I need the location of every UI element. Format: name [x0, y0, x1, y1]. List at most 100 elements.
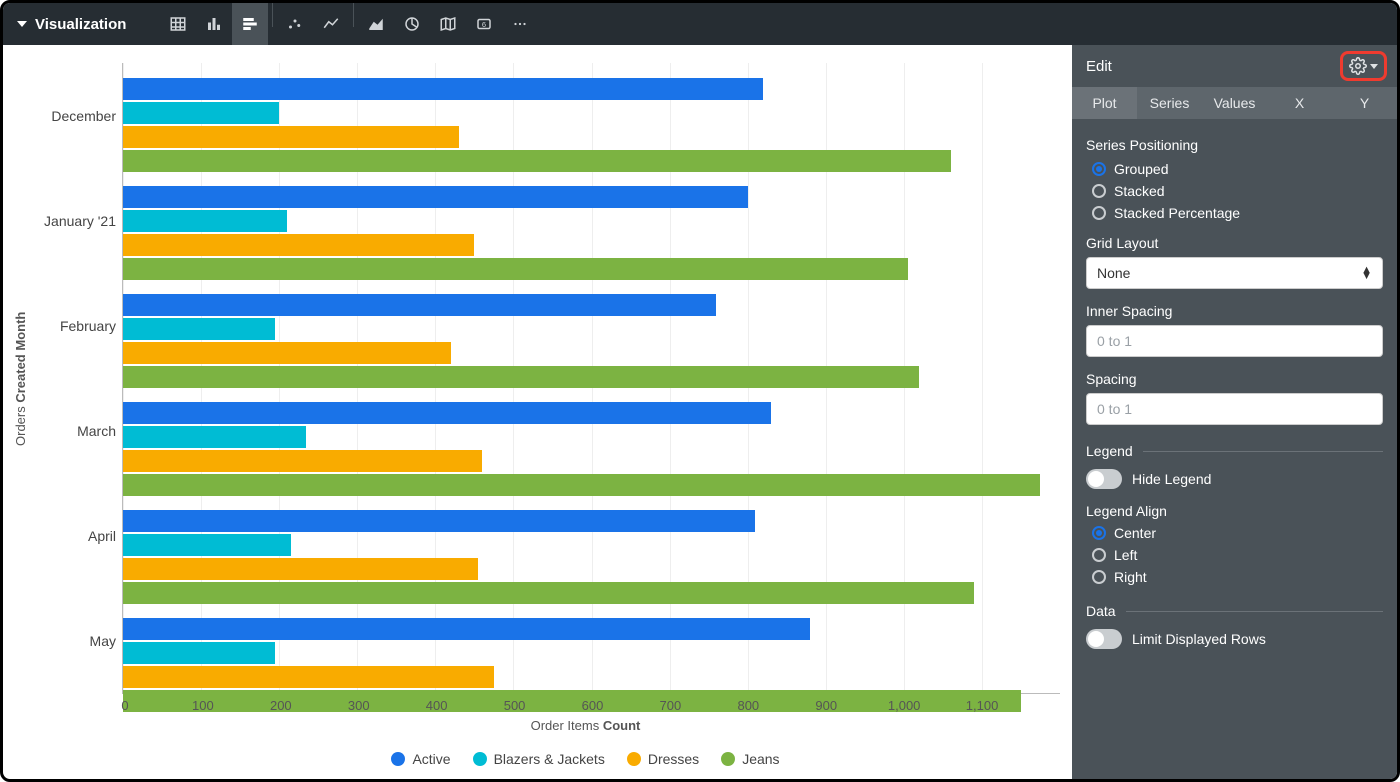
limit-rows-label: Limit Displayed Rows: [1132, 631, 1266, 647]
legend-swatch-icon: [721, 752, 735, 766]
tab-values[interactable]: Values: [1202, 87, 1267, 119]
column-chart-icon[interactable]: [196, 3, 232, 45]
spacing-input[interactable]: [1086, 393, 1383, 425]
legend-item[interactable]: Jeans: [721, 751, 779, 767]
y-axis-tick-label: January '21: [30, 168, 122, 273]
tab-y[interactable]: Y: [1332, 87, 1397, 119]
radio-icon: [1092, 162, 1106, 176]
bar-group: [123, 503, 1060, 611]
settings-gear-button[interactable]: [1340, 51, 1387, 81]
legend-align-option-left[interactable]: Left: [1092, 547, 1383, 563]
chart-bar[interactable]: [123, 78, 763, 100]
chart-area: Orders Created Month DecemberJanuary '21…: [3, 45, 1072, 779]
series-positioning-option-grouped[interactable]: Grouped: [1092, 161, 1383, 177]
radio-icon: [1092, 184, 1106, 198]
pie-chart-icon[interactable]: [394, 3, 430, 45]
legend-swatch-icon: [627, 752, 641, 766]
x-axis-tick-label: 0: [121, 698, 128, 713]
chart-bar[interactable]: [123, 210, 287, 232]
chart-bar[interactable]: [123, 510, 755, 532]
svg-text:6: 6: [482, 20, 486, 29]
bar-group: [123, 71, 1060, 179]
more-viz-icon[interactable]: [502, 3, 538, 45]
legend-item[interactable]: Active: [391, 751, 450, 767]
chart-bar[interactable]: [123, 534, 291, 556]
map-chart-icon[interactable]: [430, 3, 466, 45]
legend-item[interactable]: Blazers & Jackets: [473, 751, 605, 767]
chart-bar[interactable]: [123, 426, 306, 448]
chart-bar[interactable]: [123, 618, 810, 640]
tab-x[interactable]: X: [1267, 87, 1332, 119]
chart-bar[interactable]: [123, 318, 275, 340]
visualization-toggle[interactable]: Visualization: [3, 16, 136, 33]
y-axis-tick-label: February: [30, 273, 122, 378]
legend-align-option-right[interactable]: Right: [1092, 569, 1383, 585]
viz-type-icons: 6: [160, 3, 538, 45]
series-positioning-label: Series Positioning: [1086, 137, 1383, 153]
edit-panel-tabs: PlotSeriesValuesXY: [1072, 87, 1397, 119]
legend-align-label: Legend Align: [1086, 503, 1383, 519]
chart-bar[interactable]: [123, 366, 919, 388]
x-axis-tick-label: 700: [660, 698, 682, 713]
toolbar-separator: [353, 3, 354, 27]
radio-icon: [1092, 206, 1106, 220]
y-axis-categories: DecemberJanuary '21FebruaryMarchAprilMay: [30, 63, 122, 694]
bar-group: [123, 179, 1060, 287]
chart-bar[interactable]: [123, 558, 478, 580]
legend-swatch-icon: [473, 752, 487, 766]
chart-bar[interactable]: [123, 342, 451, 364]
x-axis-tick-label: 900: [815, 698, 837, 713]
bar-chart-icon[interactable]: [232, 3, 268, 45]
grid-layout-select[interactable]: None ▲▼: [1086, 257, 1383, 289]
chart-bar[interactable]: [123, 186, 748, 208]
chart-bar[interactable]: [123, 150, 951, 172]
single-value-icon[interactable]: 6: [466, 3, 502, 45]
legend-item[interactable]: Dresses: [627, 751, 699, 767]
limit-rows-toggle[interactable]: [1086, 629, 1122, 649]
tab-plot[interactable]: Plot: [1072, 87, 1137, 119]
x-axis-tick-label: 100: [192, 698, 214, 713]
series-positioning-option-stacked-percentage[interactable]: Stacked Percentage: [1092, 205, 1383, 221]
inner-spacing-label: Inner Spacing: [1086, 303, 1383, 319]
x-axis-ticks: 01002003004005006007008009001,0001,100: [125, 694, 1060, 714]
inner-spacing-input[interactable]: [1086, 325, 1383, 357]
bar-group: [123, 395, 1060, 503]
data-section-label: Data: [1086, 603, 1116, 619]
chart-plot[interactable]: [122, 63, 1060, 694]
hide-legend-toggle[interactable]: [1086, 469, 1122, 489]
series-positioning-option-stacked[interactable]: Stacked: [1092, 183, 1383, 199]
area-chart-icon[interactable]: [358, 3, 394, 45]
edit-panel-title: Edit: [1086, 58, 1112, 75]
scatter-chart-icon[interactable]: [277, 3, 313, 45]
grid-layout-label: Grid Layout: [1086, 235, 1383, 251]
chart-bar[interactable]: [123, 126, 459, 148]
chart-legend: Active Blazers & Jackets Dresses Jeans: [11, 751, 1060, 767]
chart-bar[interactable]: [123, 102, 279, 124]
y-axis-title: Orders Created Month: [11, 63, 30, 694]
chart-bar[interactable]: [123, 234, 474, 256]
chart-bar[interactable]: [123, 402, 771, 424]
chart-bar[interactable]: [123, 294, 716, 316]
legend-swatch-icon: [391, 752, 405, 766]
chart-bar[interactable]: [123, 474, 1040, 496]
chart-bar[interactable]: [123, 258, 908, 280]
chevron-down-icon: [1370, 64, 1378, 69]
chart-bar[interactable]: [123, 642, 275, 664]
chart-bar[interactable]: [123, 666, 494, 688]
x-axis-tick-label: 1,100: [966, 698, 999, 713]
spacing-label: Spacing: [1086, 371, 1383, 387]
x-axis-tick-label: 1,000: [888, 698, 921, 713]
chart-bar[interactable]: [123, 582, 974, 604]
radio-icon: [1092, 548, 1106, 562]
radio-icon: [1092, 570, 1106, 584]
chart-bar[interactable]: [123, 450, 482, 472]
edit-panel: Edit PlotSeriesValuesXY Series Positioni…: [1072, 45, 1397, 779]
x-axis-title: Order Items Count: [11, 718, 1060, 733]
line-chart-icon[interactable]: [313, 3, 349, 45]
tab-series[interactable]: Series: [1137, 87, 1202, 119]
table-view-icon[interactable]: [160, 3, 196, 45]
x-axis-tick-label: 300: [348, 698, 370, 713]
select-updown-icon: ▲▼: [1361, 267, 1372, 279]
legend-section-label: Legend: [1086, 443, 1133, 459]
legend-align-option-center[interactable]: Center: [1092, 525, 1383, 541]
